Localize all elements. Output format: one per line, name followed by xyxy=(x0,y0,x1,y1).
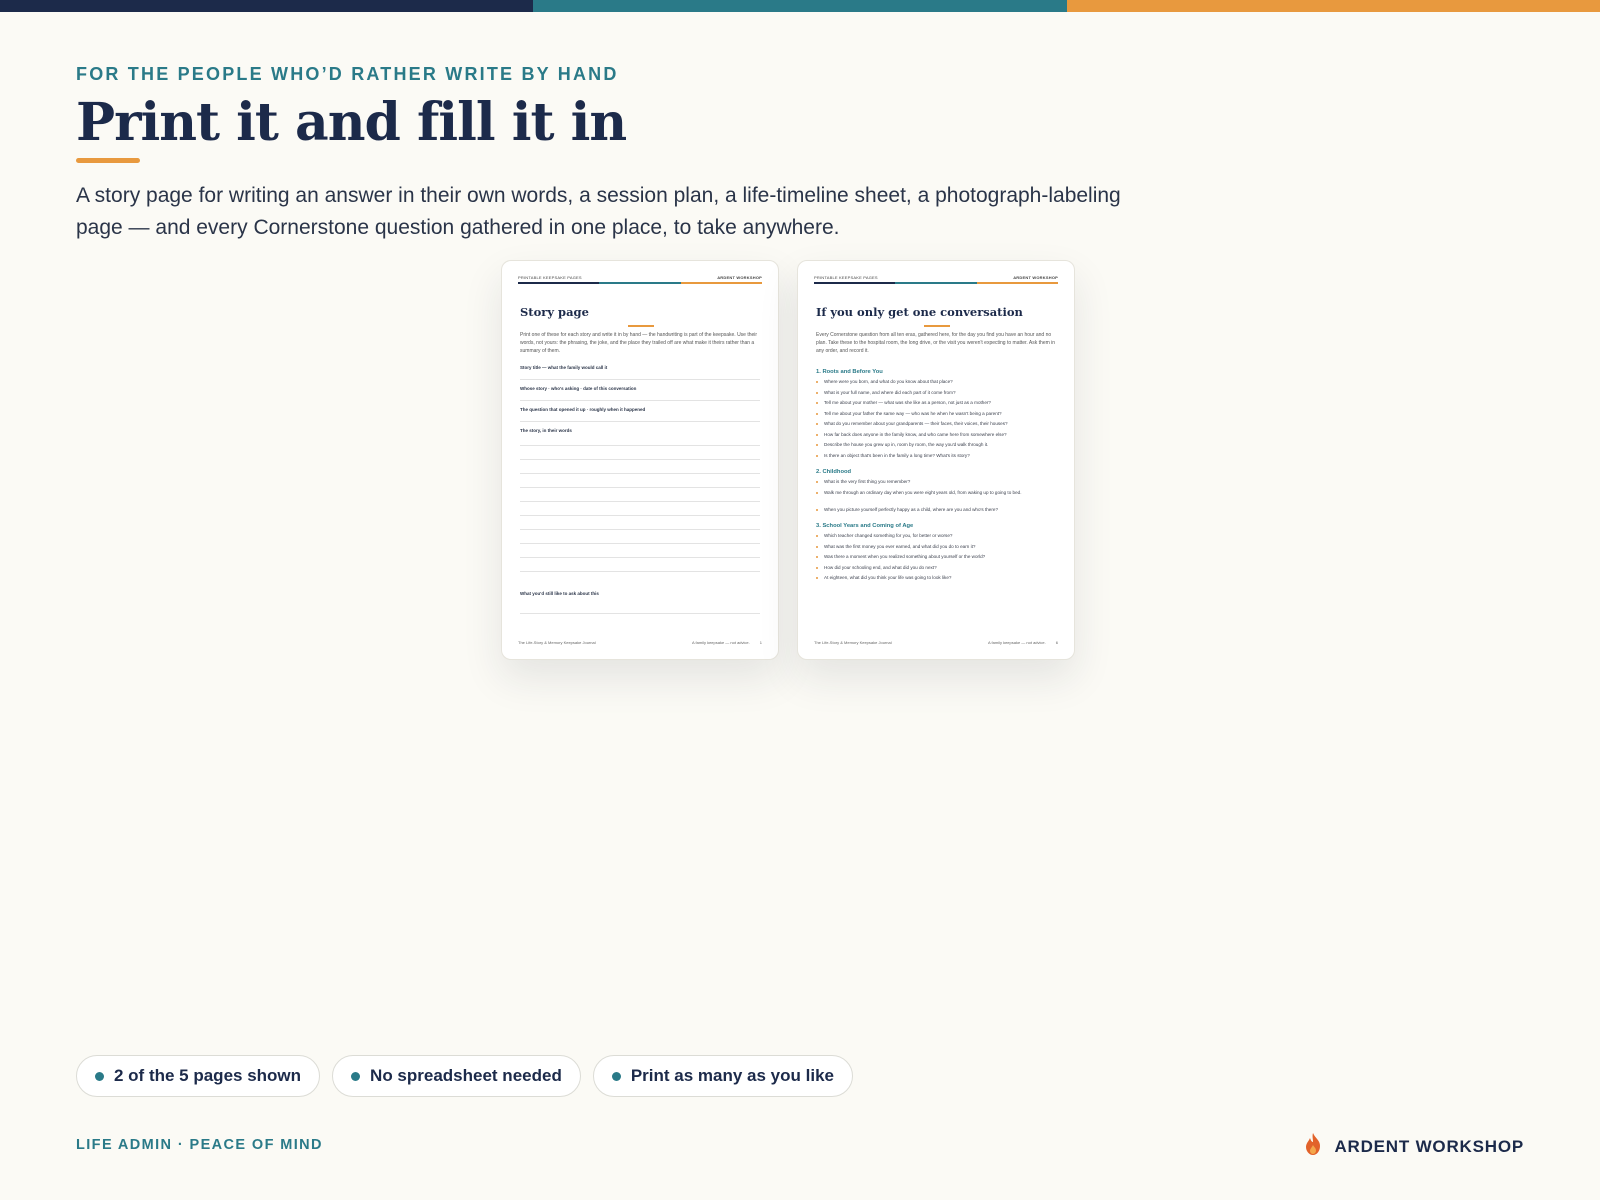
title-underline xyxy=(76,158,140,163)
questions-page-preview: PRINTABLE KEEPSAKE PAGES ARDENT WORKSHOP… xyxy=(797,260,1075,660)
question-item: Tell me about your mother — what was she… xyxy=(816,400,1058,407)
field-label: The question that opened it up · roughly… xyxy=(520,407,646,412)
write-line xyxy=(520,445,760,446)
page-footer: The Life-Story & Memory Keepsake Journal… xyxy=(814,640,1058,645)
write-line xyxy=(520,501,760,502)
page-header: PRINTABLE KEEPSAKE PAGES ARDENT WORKSHOP xyxy=(518,275,762,280)
bullet-dot-icon xyxy=(95,1071,104,1081)
chip-label: No spreadsheet needed xyxy=(370,1066,562,1085)
page-footer-left: The Life-Story & Memory Keepsake Journal xyxy=(518,640,596,645)
intro-text: A story page for writing an answer in th… xyxy=(76,184,1121,239)
chip-label: Print as many as you like xyxy=(630,1066,834,1085)
write-line xyxy=(520,613,760,614)
chip-print-many: Print as many as you like xyxy=(592,1055,853,1097)
field-label: The story, in their words xyxy=(520,428,572,433)
write-line xyxy=(520,557,760,558)
write-line xyxy=(520,473,760,474)
story-page-title: Story page xyxy=(520,305,589,319)
write-line xyxy=(520,543,760,544)
question-item: Where were you born, and what do you kno… xyxy=(816,379,1058,386)
questions-page-rule xyxy=(924,325,950,327)
chip-label: 2 of the 5 pages shown xyxy=(114,1066,302,1085)
page-header: PRINTABLE KEEPSAKE PAGES ARDENT WORKSHOP xyxy=(814,275,1058,280)
write-line xyxy=(520,379,760,380)
write-line xyxy=(520,421,760,422)
question-item: How did your schooling end, and what did… xyxy=(816,565,1058,572)
chip-no-spreadsheet: No spreadsheet needed xyxy=(332,1055,581,1097)
field-label: What you'd still like to ask about this xyxy=(520,591,599,596)
page-title: Print it and fill it in xyxy=(76,92,627,153)
story-page-intro: Print one of these for each story and wr… xyxy=(520,332,758,354)
eyebrow: FOR THE PEOPLE WHO’D RATHER WRITE BY HAN… xyxy=(76,64,619,84)
question-section-heading: 1. Roots and Before You xyxy=(816,369,883,375)
question-item: Is there an object that's been in the fa… xyxy=(816,453,1058,460)
question-item: What was the first money you ever earned… xyxy=(816,544,1058,551)
page-number: 6 xyxy=(1055,640,1058,645)
bullet-dot-icon xyxy=(351,1071,361,1081)
footer-tagline: LIFE ADMIN · PEACE OF MIND xyxy=(76,1137,323,1153)
write-line xyxy=(520,571,760,572)
write-line xyxy=(520,400,760,401)
top-accent-bar xyxy=(0,0,1600,12)
question-section-heading: 2. Childhood xyxy=(816,469,852,475)
feature-chips: 2 of the 5 pages shown No spreadsheet ne… xyxy=(76,1055,853,1097)
write-line xyxy=(520,459,760,460)
question-item: Walk me through an ordinary day when you… xyxy=(816,490,1058,497)
question-item: Was there a moment when you realized som… xyxy=(816,554,1058,561)
page-accent-bar xyxy=(814,282,1058,284)
page-footer-middle: A family keepsake — not advice. xyxy=(987,640,1046,645)
page-header-left: PRINTABLE KEEPSAKE PAGES xyxy=(814,275,878,280)
flame-icon xyxy=(1302,1132,1324,1161)
write-line xyxy=(520,529,760,530)
page-header-right: ARDENT WORKSHOP xyxy=(717,275,762,280)
field-label: Story title — what the family would call… xyxy=(520,365,608,370)
question-item: What is the very first thing you remembe… xyxy=(816,479,1058,486)
page-footer: The Life-Story & Memory Keepsake Journal… xyxy=(518,640,762,645)
brand-name: ARDENT WORKSHOP xyxy=(1334,1136,1524,1156)
question-item: How far back does anyone in the family k… xyxy=(816,432,1058,439)
page-header-right: ARDENT WORKSHOP xyxy=(1013,275,1058,280)
page-footer-middle: A family keepsake — not advice. xyxy=(691,640,750,645)
questions-page-title: If you only get one conversation xyxy=(816,305,1023,319)
story-page-preview: PRINTABLE KEEPSAKE PAGES ARDENT WORKSHOP… xyxy=(501,260,779,660)
page-footer-left: The Life-Story & Memory Keepsake Journal xyxy=(814,640,892,645)
write-line xyxy=(520,487,760,488)
question-item: What do you remember about your grandpar… xyxy=(816,421,1058,428)
question-item: When you picture yourself perfectly happ… xyxy=(816,507,1058,514)
question-item: Which teacher changed something for you,… xyxy=(816,533,1058,540)
questions-page-intro: Every Cornerstone question from all ten … xyxy=(816,332,1056,354)
bullet-dot-icon xyxy=(611,1071,621,1081)
question-item: Tell me about your father the same way —… xyxy=(816,411,1058,418)
write-line xyxy=(520,515,760,516)
chip-pages-shown: 2 of the 5 pages shown xyxy=(76,1055,321,1097)
page-number: 1 xyxy=(759,640,762,645)
question-section-heading: 3. School Years and Coming of Age xyxy=(816,523,914,529)
question-item: What is your full name, and where did ea… xyxy=(816,390,1058,397)
story-page-rule xyxy=(628,325,654,327)
question-item: Describe the house you grew up in, room … xyxy=(816,442,1058,449)
field-label: Whose story · who's asking · date of thi… xyxy=(520,386,637,391)
brand: ARDENT WORKSHOP xyxy=(1302,1132,1524,1161)
page-accent-bar xyxy=(518,282,762,284)
question-item: At eighteen, what did you think your lif… xyxy=(816,575,1058,582)
page-header-left: PRINTABLE KEEPSAKE PAGES xyxy=(518,275,582,280)
